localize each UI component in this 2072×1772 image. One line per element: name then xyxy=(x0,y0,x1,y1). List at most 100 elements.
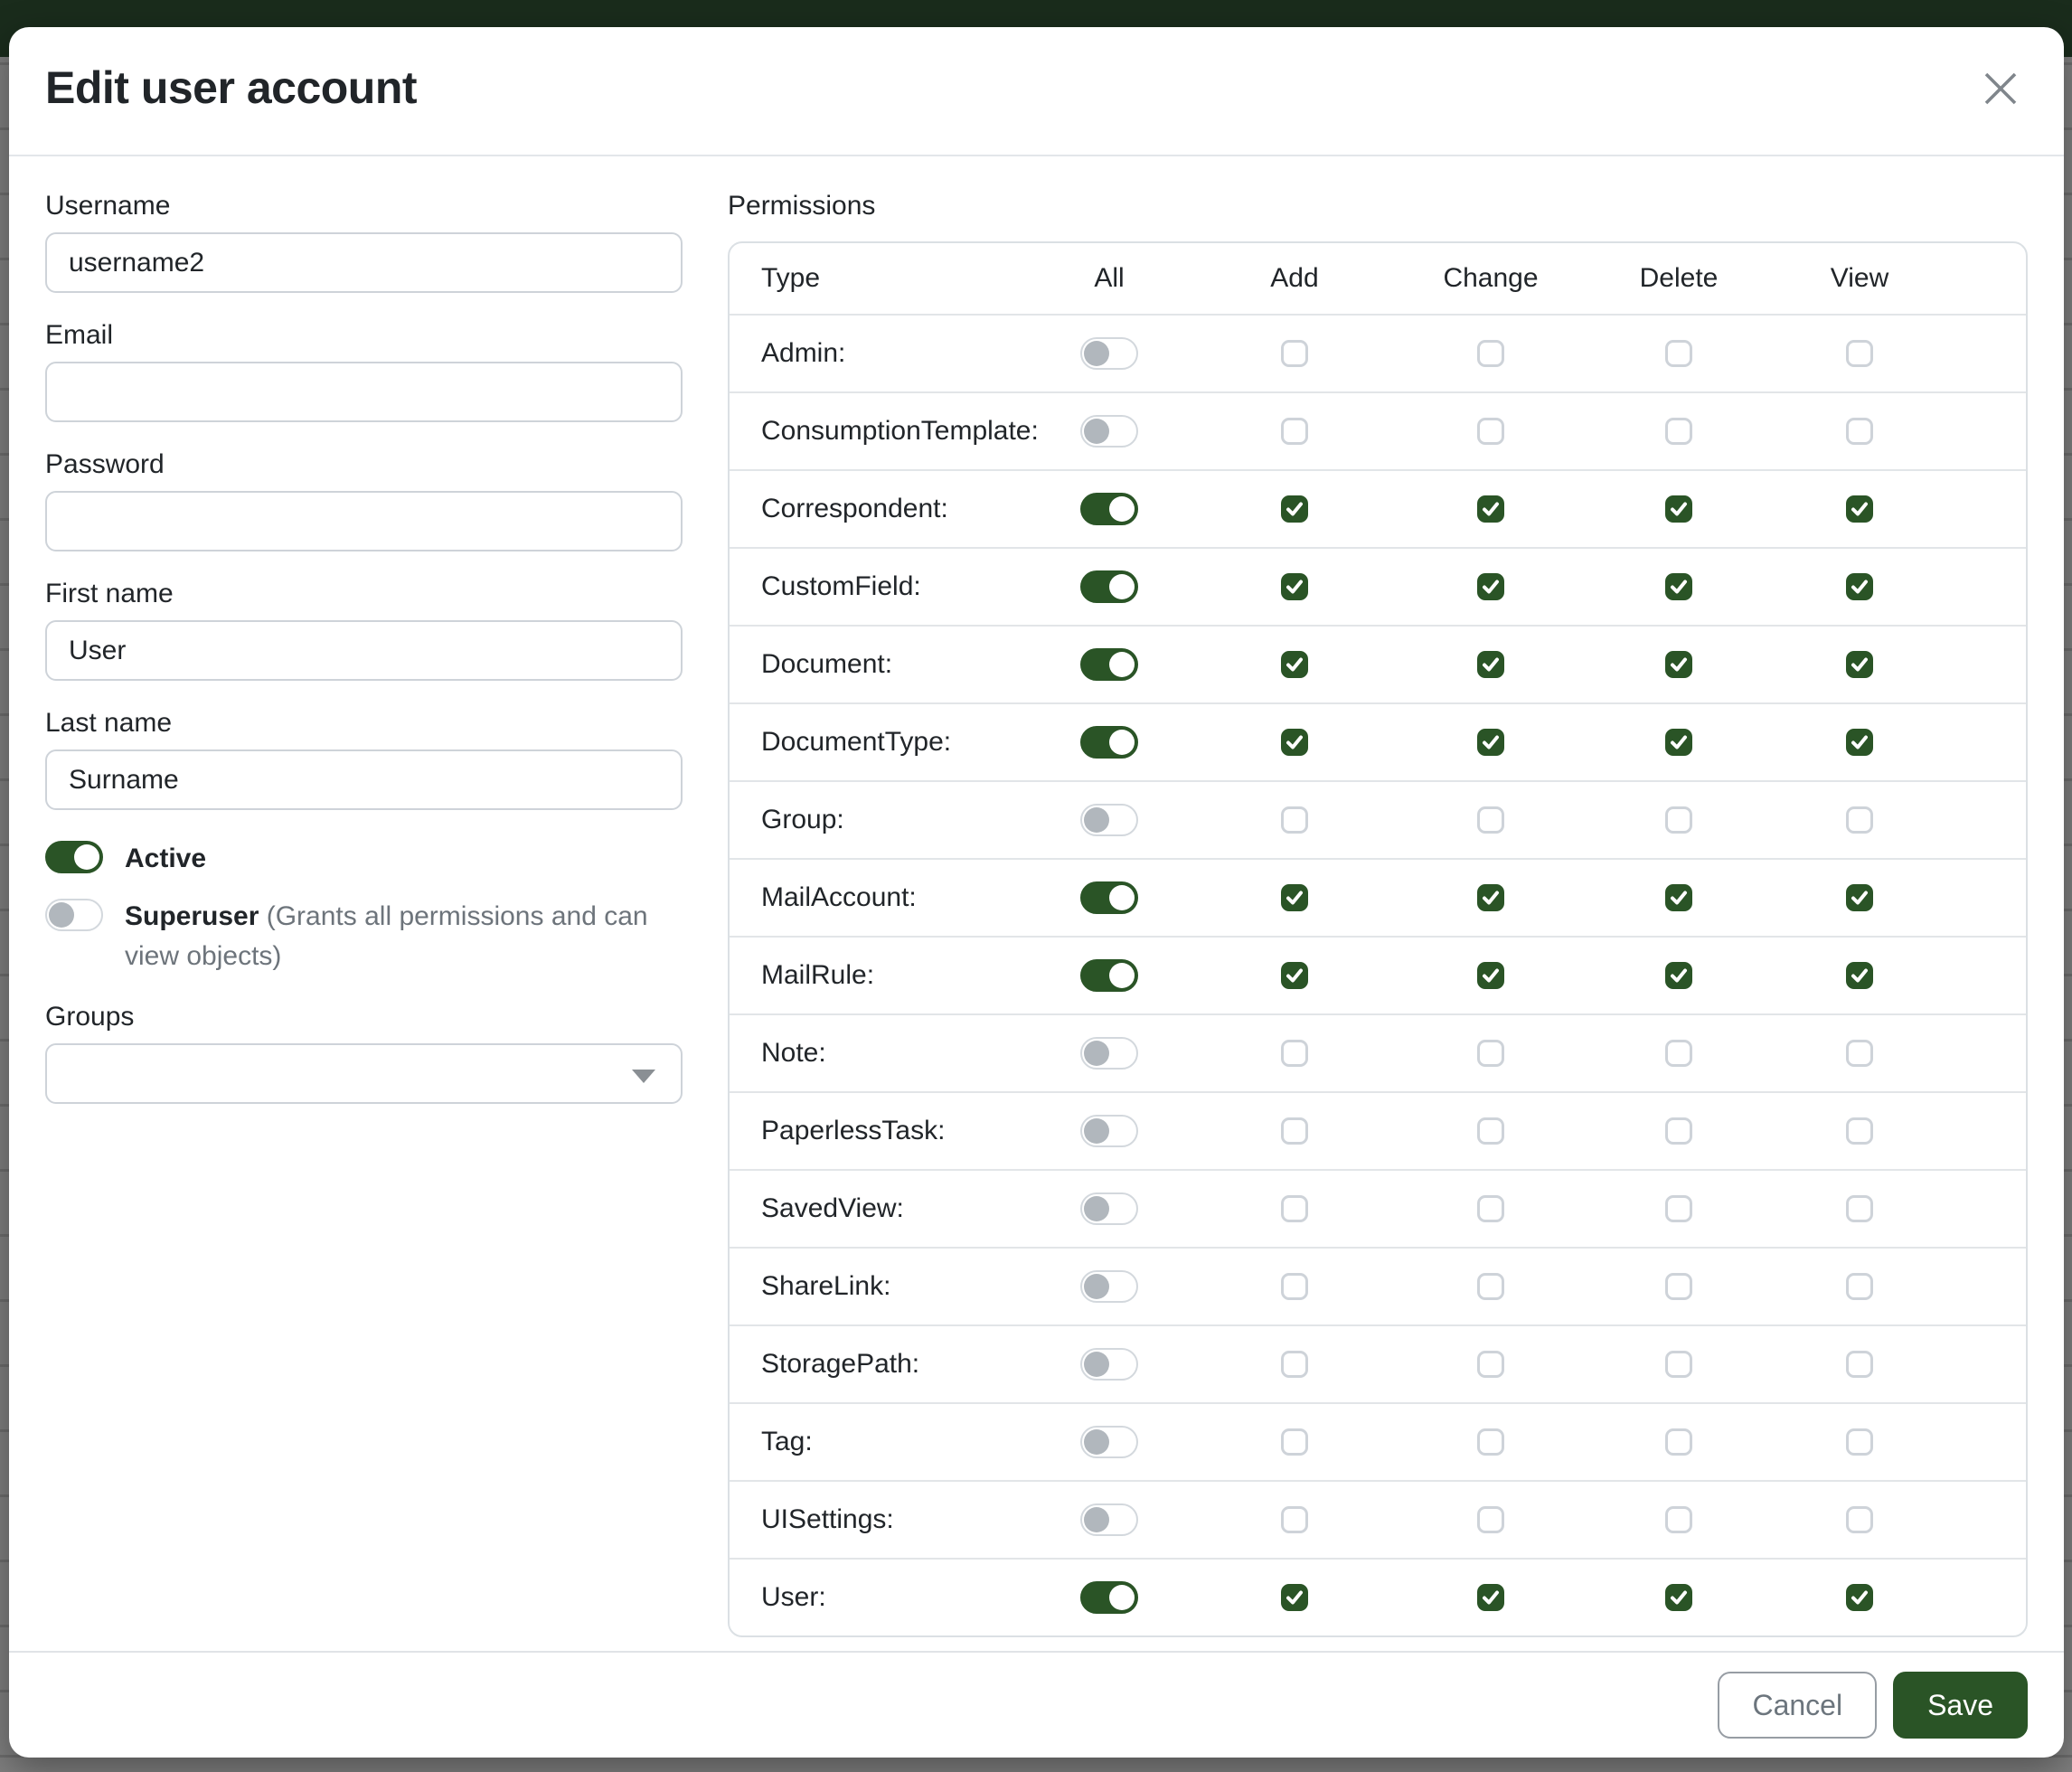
permission-delete-checkbox[interactable] xyxy=(1665,806,1692,834)
permission-all-toggle[interactable] xyxy=(1080,1037,1138,1070)
permission-view-checkbox[interactable] xyxy=(1846,1584,1873,1611)
permission-change-checkbox[interactable] xyxy=(1477,1040,1504,1067)
permission-change-checkbox[interactable] xyxy=(1477,729,1504,756)
permission-add-checkbox[interactable] xyxy=(1281,884,1308,911)
permission-view-checkbox[interactable] xyxy=(1846,651,1873,678)
password-field[interactable] xyxy=(45,491,683,551)
permission-delete-checkbox[interactable] xyxy=(1665,651,1692,678)
permission-type-label: Correspondent: xyxy=(761,494,948,524)
active-toggle[interactable] xyxy=(45,841,103,873)
permission-view-checkbox[interactable] xyxy=(1846,884,1873,911)
permission-change-checkbox[interactable] xyxy=(1477,418,1504,445)
permission-view-checkbox[interactable] xyxy=(1846,962,1873,989)
permission-change-checkbox[interactable] xyxy=(1477,1428,1504,1456)
permission-all-toggle[interactable] xyxy=(1080,1192,1138,1225)
permission-change-checkbox[interactable] xyxy=(1477,651,1504,678)
permission-change-checkbox[interactable] xyxy=(1477,1117,1504,1145)
permission-all-toggle[interactable] xyxy=(1080,1426,1138,1458)
permission-delete-checkbox[interactable] xyxy=(1665,1351,1692,1378)
cancel-button[interactable]: Cancel xyxy=(1718,1672,1877,1739)
permission-change-checkbox[interactable] xyxy=(1477,573,1504,600)
permission-view-checkbox[interactable] xyxy=(1846,806,1873,834)
checkmark-icon xyxy=(1285,1588,1304,1607)
permission-delete-checkbox[interactable] xyxy=(1665,1117,1692,1145)
permission-add-checkbox[interactable] xyxy=(1281,1040,1308,1067)
permission-view-checkbox[interactable] xyxy=(1846,1040,1873,1067)
permission-change-checkbox[interactable] xyxy=(1477,884,1504,911)
permission-delete-checkbox[interactable] xyxy=(1665,340,1692,367)
permission-add-checkbox[interactable] xyxy=(1281,1273,1308,1300)
permission-all-toggle[interactable] xyxy=(1080,337,1138,370)
permission-delete-checkbox[interactable] xyxy=(1665,1584,1692,1611)
permission-add-checkbox[interactable] xyxy=(1281,573,1308,600)
permission-view-checkbox[interactable] xyxy=(1846,573,1873,600)
permission-delete-checkbox[interactable] xyxy=(1665,1273,1692,1300)
permission-delete-checkbox[interactable] xyxy=(1665,962,1692,989)
permission-change-checkbox[interactable] xyxy=(1477,806,1504,834)
permission-add-checkbox[interactable] xyxy=(1281,729,1308,756)
permission-view-checkbox[interactable] xyxy=(1846,1428,1873,1456)
permission-add-checkbox[interactable] xyxy=(1281,340,1308,367)
permission-view-checkbox[interactable] xyxy=(1846,1195,1873,1222)
permission-delete-checkbox[interactable] xyxy=(1665,1428,1692,1456)
permission-change-checkbox[interactable] xyxy=(1477,962,1504,989)
permission-add-checkbox[interactable] xyxy=(1281,651,1308,678)
permission-delete-checkbox[interactable] xyxy=(1665,1040,1692,1067)
permission-change-checkbox[interactable] xyxy=(1477,1506,1504,1533)
first-name-field[interactable] xyxy=(45,620,683,681)
permission-change-checkbox[interactable] xyxy=(1477,495,1504,523)
permission-all-toggle[interactable] xyxy=(1080,804,1138,836)
permission-change-checkbox[interactable] xyxy=(1477,1351,1504,1378)
permission-view-checkbox[interactable] xyxy=(1846,1506,1873,1533)
permissions-label: Permissions xyxy=(728,193,2028,220)
permission-all-toggle[interactable] xyxy=(1080,1348,1138,1381)
permission-view-checkbox[interactable] xyxy=(1846,340,1873,367)
permission-delete-checkbox[interactable] xyxy=(1665,418,1692,445)
permission-all-toggle[interactable] xyxy=(1080,493,1138,525)
permission-all-toggle[interactable] xyxy=(1080,570,1138,603)
permission-all-toggle[interactable] xyxy=(1080,959,1138,992)
save-button[interactable]: Save xyxy=(1893,1672,2028,1739)
permission-delete-checkbox[interactable] xyxy=(1665,573,1692,600)
permission-view-checkbox[interactable] xyxy=(1846,1117,1873,1145)
permission-add-checkbox[interactable] xyxy=(1281,806,1308,834)
permission-add-checkbox[interactable] xyxy=(1281,1506,1308,1533)
permission-add-checkbox[interactable] xyxy=(1281,418,1308,445)
groups-select[interactable] xyxy=(45,1043,683,1104)
dialog-body: Username Email Password First name Last … xyxy=(9,156,2064,1651)
permission-view-checkbox[interactable] xyxy=(1846,495,1873,523)
username-input[interactable] xyxy=(45,232,683,293)
permission-add-checkbox[interactable] xyxy=(1281,1428,1308,1456)
permission-all-toggle[interactable] xyxy=(1080,881,1138,914)
permission-delete-checkbox[interactable] xyxy=(1665,1195,1692,1222)
permission-add-checkbox[interactable] xyxy=(1281,495,1308,523)
permission-delete-checkbox[interactable] xyxy=(1665,884,1692,911)
permission-all-toggle[interactable] xyxy=(1080,726,1138,759)
permission-change-checkbox[interactable] xyxy=(1477,1195,1504,1222)
permission-change-checkbox[interactable] xyxy=(1477,340,1504,367)
permission-delete-checkbox[interactable] xyxy=(1665,729,1692,756)
permission-all-toggle[interactable] xyxy=(1080,1581,1138,1614)
permission-delete-checkbox[interactable] xyxy=(1665,1506,1692,1533)
permission-view-checkbox[interactable] xyxy=(1846,1273,1873,1300)
superuser-toggle[interactable] xyxy=(45,899,103,931)
permission-delete-checkbox[interactable] xyxy=(1665,495,1692,523)
permission-add-checkbox[interactable] xyxy=(1281,1584,1308,1611)
permission-change-checkbox[interactable] xyxy=(1477,1273,1504,1300)
permission-add-checkbox[interactable] xyxy=(1281,962,1308,989)
permission-all-toggle[interactable] xyxy=(1080,648,1138,681)
permission-all-toggle[interactable] xyxy=(1080,1270,1138,1303)
permission-view-checkbox[interactable] xyxy=(1846,418,1873,445)
permission-view-checkbox[interactable] xyxy=(1846,729,1873,756)
permission-all-toggle[interactable] xyxy=(1080,1503,1138,1536)
permission-change-checkbox[interactable] xyxy=(1477,1584,1504,1611)
permission-all-toggle[interactable] xyxy=(1080,415,1138,448)
permission-add-checkbox[interactable] xyxy=(1281,1117,1308,1145)
permission-add-checkbox[interactable] xyxy=(1281,1351,1308,1378)
email-field[interactable] xyxy=(45,362,683,422)
close-button[interactable] xyxy=(1973,61,2028,118)
permission-add-checkbox[interactable] xyxy=(1281,1195,1308,1222)
permission-view-checkbox[interactable] xyxy=(1846,1351,1873,1378)
permission-all-toggle[interactable] xyxy=(1080,1115,1138,1147)
last-name-field[interactable] xyxy=(45,749,683,810)
